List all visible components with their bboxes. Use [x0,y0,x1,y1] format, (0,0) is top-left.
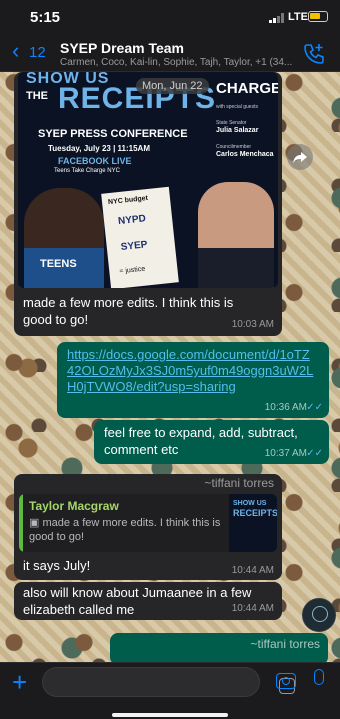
paper-nypd: NYPD [117,213,147,228]
quote-bar [19,494,23,552]
poster-person-right [198,182,274,288]
poster-council-name: Carlos Menchaca [216,151,274,158]
quote-thumb-show: SHOW US [233,500,267,507]
chevron-down-icon[interactable] [302,598,336,632]
message-time: 10:37 AM [264,448,307,459]
quote-thumb-receipts: RECEIPTS [233,508,277,518]
poster-person-left: TEENS [24,188,104,288]
chat-header: ‹ 12 SYEP Dream Team Carmen, Coco, Kai-l… [0,34,340,72]
poster-press: SYEP PRESS CONFERENCE [38,128,188,140]
paper-syep: SYEP [120,239,149,254]
quote-body-text: made a few more edits. I think this is g… [29,517,221,543]
poster-senator-label: State Senator [216,120,247,126]
quote-author: Taylor Macgraw [29,499,119,513]
poster-papers: NYC budget NYPD SYEP = justice [101,186,179,288]
phone-plus-icon[interactable] [302,42,326,66]
poster-charge: CHARGE [216,80,278,97]
message-time: 10:44 AM [231,603,274,614]
sender-name[interactable]: ~tiffani torres [205,476,274,490]
paper-budget: NYC budget [107,194,149,207]
poster-council-label: Councilmember [216,144,252,150]
text-message-incoming[interactable]: also will know about Jumaanee in a few e… [14,582,282,620]
text-message-outgoing[interactable]: feel free to expand, add, subtract, comm… [94,420,329,464]
doc-link[interactable]: https://docs.google.com/document/d/1oTZ4… [67,347,317,395]
message-time: 10:44 AM [231,565,274,576]
poster-special: with special guests [216,104,258,110]
signal-icon [269,13,284,23]
date-badge: Mon, Jun 22 [136,78,209,94]
carrier-label: LTE [288,11,308,23]
reply-message[interactable]: Taylor Macgraw ▣ made a few more edits. … [14,490,282,580]
sender-name: ~tiffani torres [250,637,320,651]
chat-participants[interactable]: Carmen, Coco, Kai-lin, Sophie, Tajh, Tay… [60,57,295,68]
status-time: 5:15 [30,9,61,26]
read-ticks-icon: ✓✓ [306,402,323,413]
composer-bar: + [0,662,340,719]
back-button-count[interactable]: 12 [29,44,46,61]
poster-senator-name: Julia Salazar [216,127,259,134]
quoted-message[interactable]: Taylor Macgraw ▣ made a few more edits. … [19,494,277,552]
paper-justice: = justice [119,265,146,276]
quote-thumbnail: SHOW US RECEIPTS [229,494,277,552]
camera-icon[interactable] [276,673,296,689]
partial-message[interactable]: ~tiffani torres [110,633,328,662]
plus-icon[interactable]: + [12,669,27,695]
chevron-left-icon[interactable]: ‹ [12,38,19,64]
poster-facebook-live: FACEBOOK LIVE [58,156,132,166]
poster-the: THE [26,90,48,102]
poster-org: Teens Take Charge NYC [54,168,120,174]
message-list[interactable]: SHOW US THE RECEIPTS Mon, Jun 22 CHARGE … [0,72,340,662]
message-text: also will know about Jumaanee in a few e… [23,585,252,617]
message-time: 10:03 AM [231,319,274,330]
status-bar: 5:15 LTE [0,0,340,34]
poster-when: Tuesday, July 23 | 11:15AM [48,144,150,153]
read-ticks-icon: ✓✓ [306,448,323,459]
camera-icon: ▣ [29,517,43,529]
image-message[interactable]: SHOW US THE RECEIPTS Mon, Jun 22 CHARGE … [14,72,282,336]
link-message[interactable]: https://docs.google.com/document/d/1oTZ4… [57,342,329,418]
message-text: it says July! [23,558,91,573]
poster-shirt-text: TEENS [40,258,77,270]
battery-icon [308,11,328,22]
message-time: 10:36 AM [264,402,307,413]
share-icon[interactable] [287,144,313,170]
mic-icon[interactable] [314,669,324,685]
image-caption: made a few more edits. I think this is g… [23,295,234,327]
chat-title[interactable]: SYEP Dream Team [60,40,184,56]
home-indicator [112,713,228,717]
quote-body: ▣ made a few more edits. I think this is… [29,516,227,544]
message-input[interactable] [42,667,295,697]
poster-image[interactable]: SHOW US THE RECEIPTS Mon, Jun 22 CHARGE … [18,72,278,288]
